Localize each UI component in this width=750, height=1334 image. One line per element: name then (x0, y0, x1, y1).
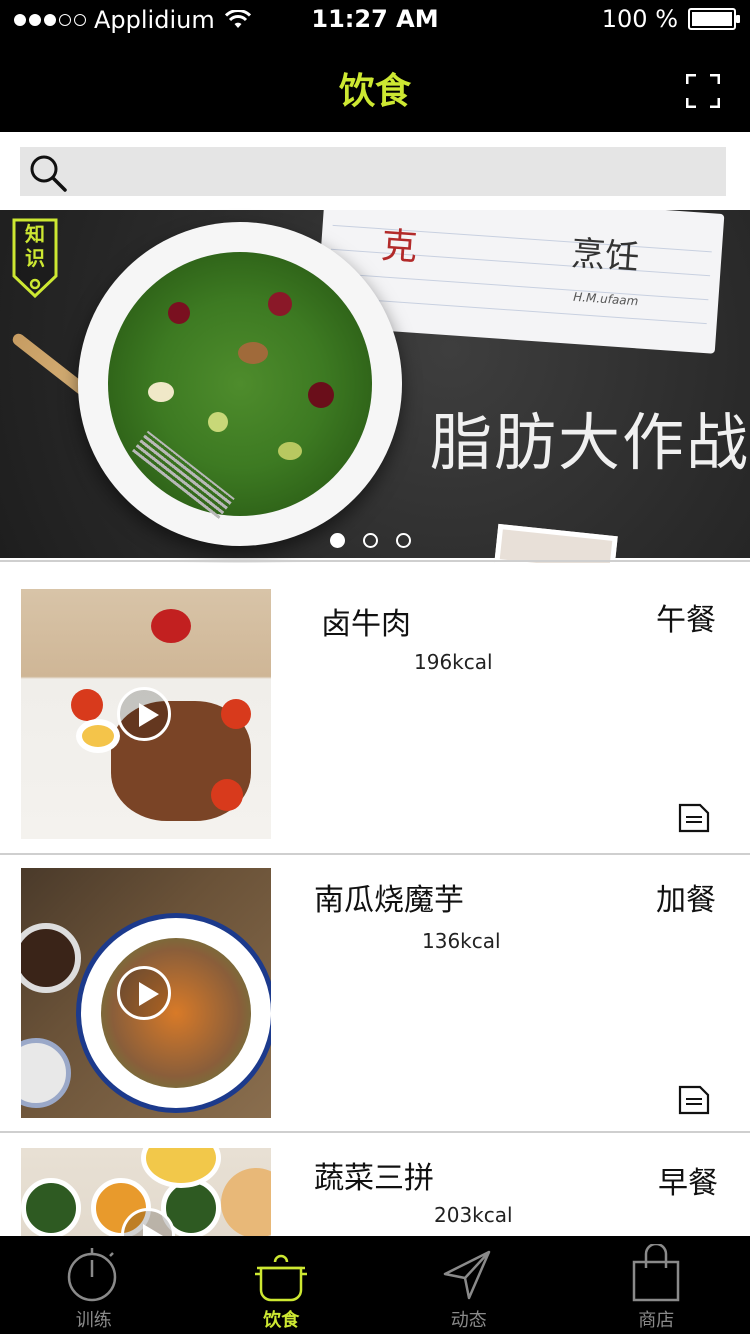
meal-list-item[interactable]: 蔬菜三拼 203kcal 早餐 (0, 1133, 750, 1334)
pager-dot-2[interactable] (363, 533, 378, 548)
tab-label: 训练 (75, 1310, 112, 1331)
meal-calories: 136kcal (422, 929, 501, 953)
notebook-signature: H.M.ufaam (572, 289, 639, 309)
search-input[interactable] (76, 147, 716, 196)
search-bar (0, 132, 750, 210)
search-box[interactable] (20, 147, 726, 196)
meal-thumbnail[interactable] (21, 868, 271, 1118)
recipe-document-icon[interactable] (678, 1085, 710, 1115)
search-icon[interactable] (28, 153, 68, 193)
section-divider (0, 560, 750, 562)
status-right: 100 % (601, 5, 740, 33)
notebook-word: 烹饪 (569, 233, 641, 279)
shopping-bag-icon (633, 1244, 680, 1302)
tab-feed[interactable]: 动态 (375, 1236, 563, 1334)
tab-label: 商店 (638, 1310, 675, 1331)
meal-type-badge: 午餐 (656, 603, 716, 638)
meal-name: 卤牛肉 (321, 607, 411, 642)
tab-diet[interactable]: 饮食 (188, 1236, 376, 1334)
meal-calories: 196kcal (414, 650, 493, 674)
play-video-icon[interactable] (117, 687, 171, 741)
pot-icon (255, 1254, 308, 1302)
send-icon (443, 1250, 490, 1300)
notebook-number: 克 (379, 225, 419, 269)
tab-label: 饮食 (263, 1310, 300, 1331)
tab-store[interactable]: 商店 (563, 1236, 750, 1334)
fullscreen-icon[interactable] (686, 74, 720, 108)
status-bar: Applidium 11:27 AM 100 % (0, 0, 750, 40)
nav-bar: 饮食 (0, 40, 750, 132)
tab-label: 动态 (450, 1310, 487, 1331)
salad-image (108, 252, 372, 516)
meal-type-badge: 加餐 (656, 883, 716, 918)
tab-bar: 训练 饮食 动态 商店 (0, 1236, 750, 1334)
carousel-pager[interactable] (330, 533, 411, 548)
battery-percent: 100 % (601, 5, 678, 33)
pager-dot-1[interactable] (330, 533, 345, 548)
meal-list-item[interactable]: 卤牛肉 196kcal 午餐 (0, 563, 750, 855)
play-video-icon[interactable] (117, 966, 171, 1020)
recipe-document-icon[interactable] (678, 803, 710, 833)
meal-type-badge: 早餐 (658, 1166, 718, 1201)
battery-fill (692, 12, 732, 26)
pager-dot-3[interactable] (396, 533, 411, 548)
battery-icon (688, 8, 740, 30)
page-title: 饮食 (338, 71, 411, 112)
knowledge-tag-label: 知识 (25, 222, 45, 270)
meal-calories: 203kcal (434, 1203, 513, 1227)
banner-headline: 脂肪大作战 (430, 406, 750, 479)
meal-thumbnail[interactable] (21, 589, 271, 839)
meal-name: 南瓜烧魔芋 (314, 883, 464, 918)
stopwatch-icon (67, 1248, 116, 1302)
meal-name: 蔬菜三拼 (314, 1161, 434, 1196)
meal-list-item[interactable]: 南瓜烧魔芋 136kcal 加餐 (0, 855, 750, 1133)
tab-training[interactable]: 训练 (0, 1236, 188, 1334)
